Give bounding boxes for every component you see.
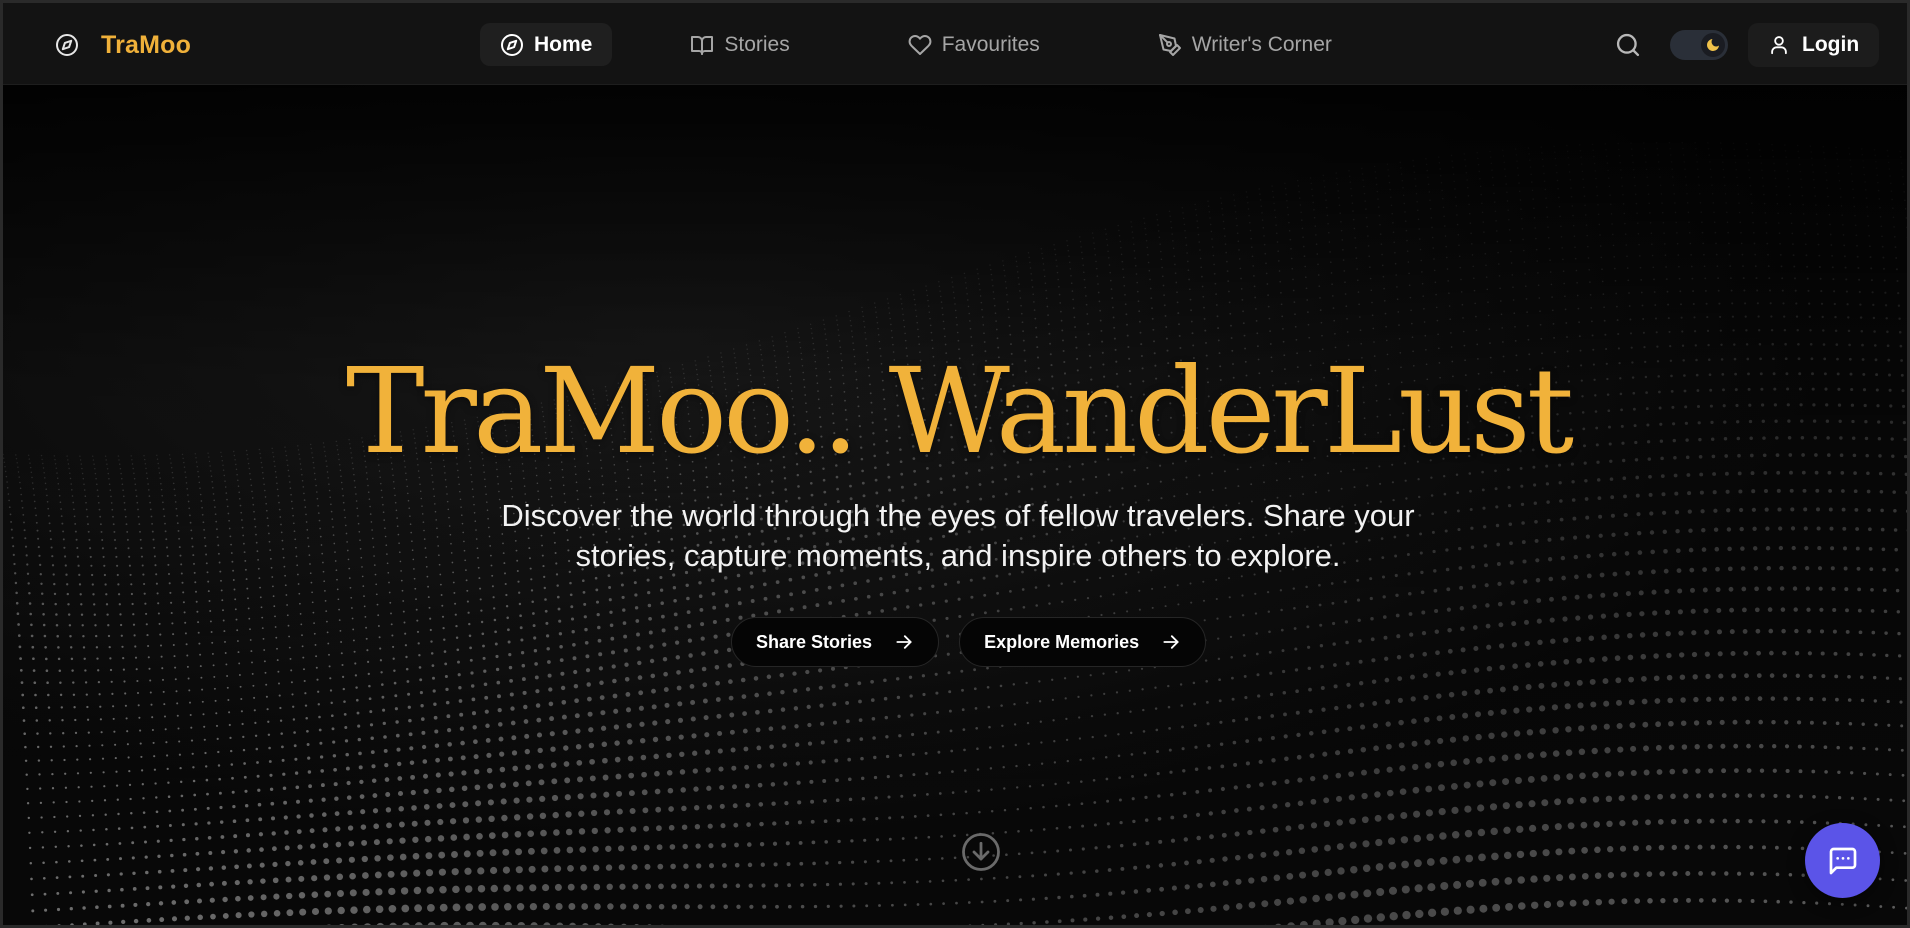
nav-item-label: Stories xyxy=(724,32,790,56)
search-icon[interactable] xyxy=(1614,31,1642,59)
login-button[interactable]: Login xyxy=(1748,23,1880,67)
heart-icon xyxy=(908,33,932,57)
top-navbar: TraMoo Home Stories Favourites Writer's … xyxy=(3,3,1907,85)
pen-tool-icon xyxy=(1158,33,1182,57)
nav-item-favourites[interactable]: Favourites xyxy=(888,23,1060,66)
moon-icon xyxy=(1701,33,1725,57)
button-label: Explore Memories xyxy=(984,631,1140,652)
nav-item-label: Writer's Corner xyxy=(1191,32,1332,56)
brand-name: TraMoo xyxy=(101,30,192,59)
message-square-icon xyxy=(1827,845,1859,877)
button-label: Share Stories xyxy=(756,631,873,652)
compass-icon xyxy=(500,33,524,57)
arrow-down-circle-icon[interactable] xyxy=(960,831,1002,873)
nav-item-writers-corner[interactable]: Writer's Corner xyxy=(1138,23,1352,66)
compass-icon xyxy=(51,29,83,61)
user-icon xyxy=(1768,34,1790,56)
nav-item-stories[interactable]: Stories xyxy=(670,23,809,66)
nav-item-home[interactable]: Home xyxy=(480,23,613,66)
nav-item-label: Home xyxy=(534,32,593,56)
main-nav: Home Stories Favourites Writer's Corner xyxy=(480,23,1352,66)
theme-toggle[interactable] xyxy=(1670,30,1728,60)
arrow-right-icon xyxy=(1161,632,1181,652)
app-window: TraMoo Home Stories Favourites Writer's … xyxy=(0,0,1910,928)
hero-actions: Share Stories Explore Memories xyxy=(731,617,1207,667)
explore-memories-button[interactable]: Explore Memories xyxy=(959,617,1207,667)
hero-title: TraMoo.. WanderLust xyxy=(345,342,1574,480)
share-stories-button[interactable]: Share Stories xyxy=(731,617,940,667)
chat-button[interactable] xyxy=(1805,823,1880,898)
arrow-right-icon xyxy=(894,632,914,652)
login-label: Login xyxy=(1802,33,1860,56)
nav-item-label: Favourites xyxy=(941,32,1040,56)
book-open-icon xyxy=(690,33,714,57)
brand-logo[interactable]: TraMoo xyxy=(51,29,191,61)
hero-subtitle: Discover the world through the eyes of f… xyxy=(501,498,1415,573)
